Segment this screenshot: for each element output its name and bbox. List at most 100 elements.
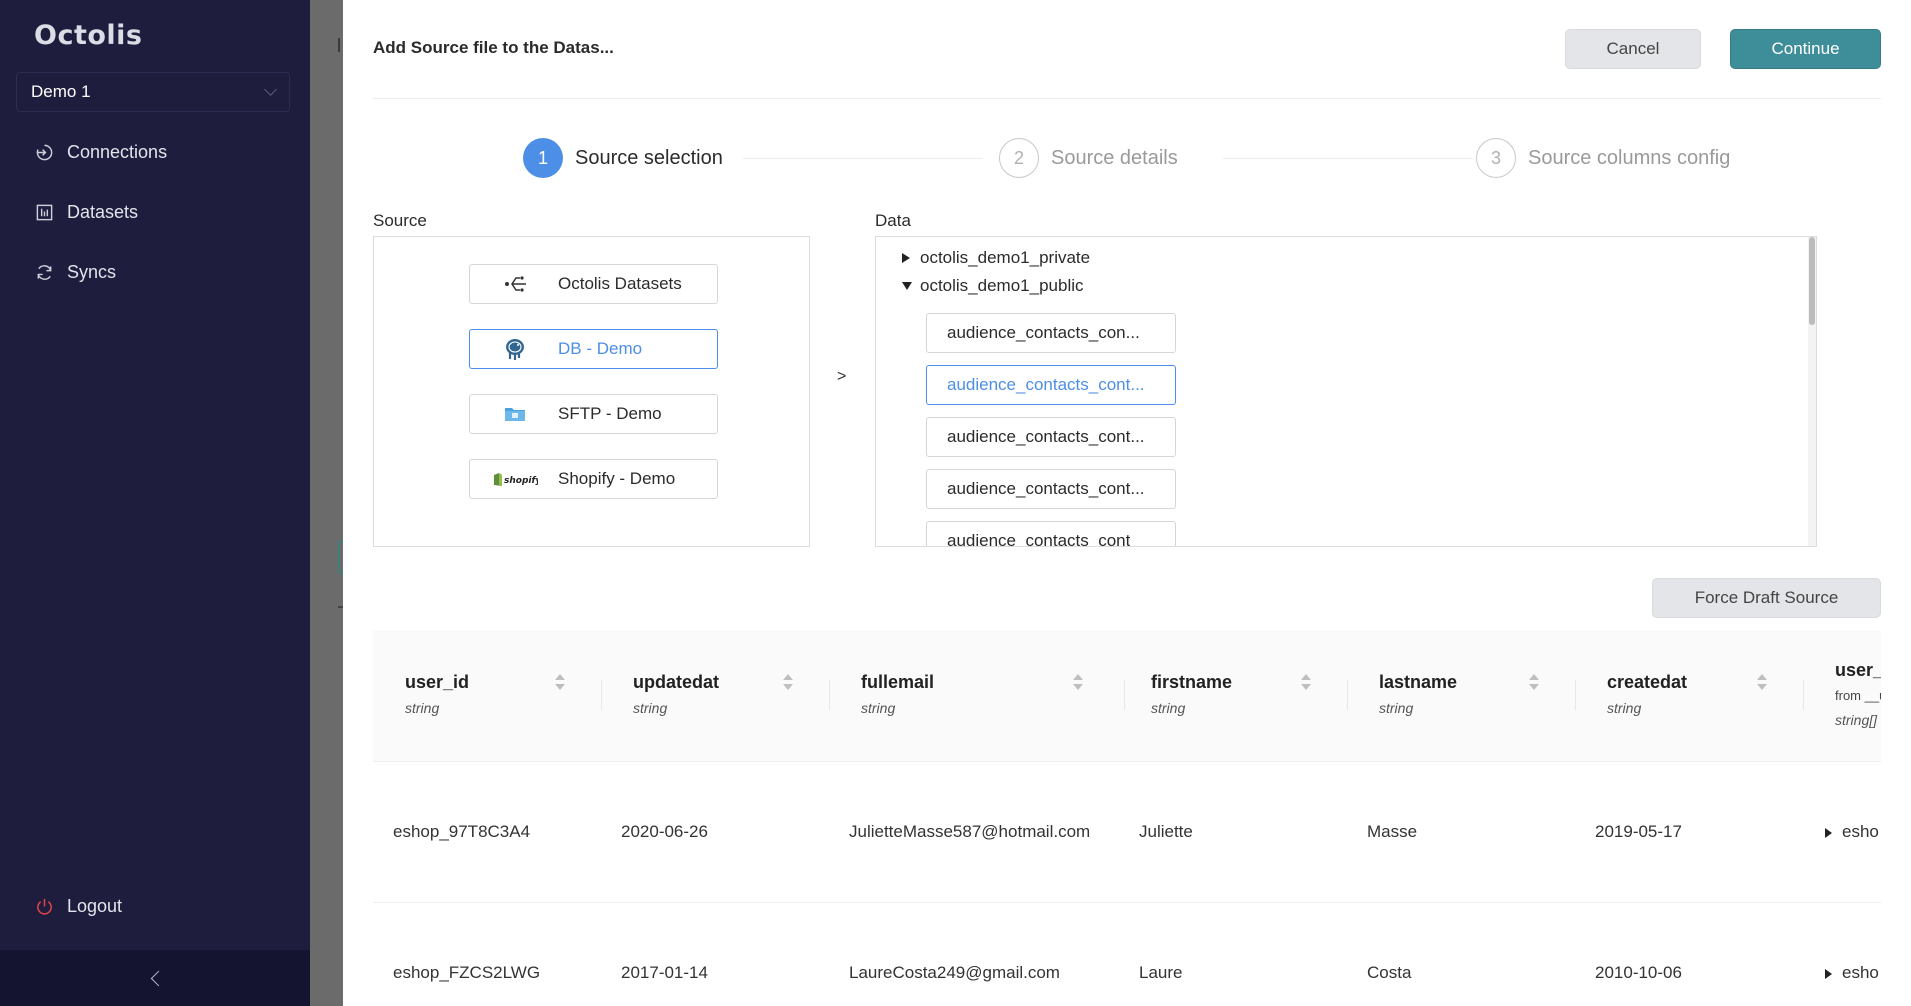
data-table-item[interactable]: audience_contacts_cont <box>926 521 1176 546</box>
nav-item-label: Datasets <box>67 202 139 222</box>
table-cell: Masse <box>1367 822 1418 841</box>
data-table-item[interactable]: audience_contacts_cont... <box>926 417 1176 457</box>
source-sftp-demo[interactable]: SFTP - Demo <box>469 394 718 434</box>
column-header-user-id-array[interactable]: user_id from __u string[] <box>1835 630 1881 762</box>
caret-down-icon <box>902 282 912 290</box>
sort-icon[interactable] <box>555 674 565 692</box>
octolis-datasets-icon <box>488 275 542 293</box>
table-row[interactable]: eshop_FZCS2LWG 2017-01-14 LaureCosta249@… <box>373 903 1881 1006</box>
syncs-icon <box>34 263 54 283</box>
step-label: Source columns config <box>1528 146 1731 169</box>
chevron-down-icon <box>264 83 277 96</box>
source-label: Source <box>373 211 427 230</box>
step-number: 2 <box>999 138 1039 178</box>
table-cell: 2017-01-14 <box>621 963 708 982</box>
table-cell-expandable[interactable]: esho <box>1825 822 1879 842</box>
step-source-columns-config[interactable]: 3 Source columns config <box>1476 138 1730 178</box>
sort-icon[interactable] <box>1757 674 1767 692</box>
sidebar: Octolis Demo 1 Connections Datasets Sync… <box>0 0 310 1006</box>
source-label-text: Octolis Datasets <box>558 274 682 293</box>
column-divider <box>829 680 830 710</box>
column-header-fullemail[interactable]: fullemail string <box>861 630 1125 762</box>
sidebar-collapse-button[interactable] <box>0 950 310 1006</box>
source-db-demo[interactable]: DB - Demo <box>469 329 718 369</box>
nav-item-datasets[interactable]: Datasets <box>34 202 138 223</box>
step-source-details[interactable]: 2 Source details <box>999 138 1178 178</box>
svg-text:shopify: shopify <box>504 476 538 486</box>
selection-arrow: > <box>837 368 847 385</box>
table-cell: 2020-06-26 <box>621 822 708 841</box>
continue-button[interactable]: Continue <box>1730 29 1881 69</box>
source-shopify-demo[interactable]: shopify Shopify - Demo <box>469 459 718 499</box>
sort-icon[interactable] <box>783 674 793 692</box>
logout-button[interactable]: Logout <box>34 896 122 917</box>
step-connector <box>1223 158 1473 159</box>
source-list: Octolis Datasets DB - Demo SFTP - Demo s… <box>373 236 810 547</box>
nav-item-label: Connections <box>67 142 168 162</box>
header-divider <box>373 98 1881 99</box>
caret-right-icon <box>902 253 910 263</box>
column-divider <box>1124 680 1125 710</box>
table-cell: Costa <box>1367 963 1412 982</box>
table-cell: 2019-05-17 <box>1595 822 1682 841</box>
column-header-firstname[interactable]: firstname string <box>1151 630 1348 762</box>
source-octolis-datasets[interactable]: Octolis Datasets <box>469 264 718 304</box>
tree-node-public[interactable]: octolis_demo1_public <box>902 276 1084 296</box>
column-divider <box>1803 680 1804 710</box>
step-label: Source selection <box>575 146 723 169</box>
logout-label: Logout <box>67 896 123 916</box>
drawer-title: Add Source file to the Datas... <box>373 38 614 57</box>
tree-node-label: octolis_demo1_private <box>920 248 1091 267</box>
column-divider <box>1347 680 1348 710</box>
tree-node-private[interactable]: octolis_demo1_private <box>902 248 1090 268</box>
sort-icon[interactable] <box>1301 674 1311 692</box>
table-cell: Laure <box>1139 963 1183 982</box>
data-tree: octolis_demo1_private octolis_demo1_publ… <box>875 236 1817 547</box>
datasets-icon <box>34 203 54 223</box>
nav-item-label: Syncs <box>67 262 117 282</box>
step-number: 1 <box>523 138 563 178</box>
step-source-selection[interactable]: 1 Source selection <box>523 138 723 178</box>
modal-backdrop[interactable] <box>310 0 343 1006</box>
column-divider <box>1575 680 1576 710</box>
cancel-button[interactable]: Cancel <box>1565 29 1701 69</box>
column-divider <box>601 680 602 710</box>
nav-item-connections[interactable]: Connections <box>34 142 167 163</box>
step-number: 3 <box>1476 138 1516 178</box>
data-table-item[interactable]: audience_contacts_con... <box>926 313 1176 353</box>
data-scrollbar[interactable] <box>1808 237 1816 546</box>
table-header: user_id string updatedat string fullemai… <box>373 630 1881 762</box>
step-connector <box>743 158 983 159</box>
scrollbar-thumb[interactable] <box>1809 237 1815 325</box>
preview-table: user_id string updatedat string fullemai… <box>373 630 1881 1006</box>
data-table-item[interactable]: audience_contacts_cont... <box>926 469 1176 509</box>
sort-icon[interactable] <box>1073 674 1083 692</box>
postgres-elephant-icon <box>488 336 542 362</box>
table-cell: eshop_97T8C3A4 <box>393 822 531 841</box>
source-label-text: SFTP - Demo <box>558 404 662 423</box>
nav-item-syncs[interactable]: Syncs <box>34 262 116 283</box>
column-header-lastname[interactable]: lastname string <box>1379 630 1576 762</box>
sort-icon[interactable] <box>1529 674 1539 692</box>
column-header-user-id[interactable]: user_id string <box>405 630 602 762</box>
force-draft-source-button[interactable]: Force Draft Source <box>1652 578 1881 618</box>
folder-icon <box>488 405 542 423</box>
power-icon <box>34 897 54 917</box>
column-header-updatedat[interactable]: updatedat string <box>633 630 830 762</box>
table-cell: JulietteMasse587@hotmail.com <box>849 822 1091 841</box>
data-table-item-selected[interactable]: audience_contacts_cont... <box>926 365 1176 405</box>
source-label-text: DB - Demo <box>558 339 643 358</box>
table-cell: 2010-10-06 <box>1595 963 1682 982</box>
app-logo[interactable]: Octolis <box>34 20 143 51</box>
add-source-drawer: Add Source file to the Datas... Cancel C… <box>343 0 1911 1006</box>
chevron-left-icon <box>150 970 166 986</box>
caret-right-icon <box>1825 968 1832 979</box>
workspace-select[interactable]: Demo 1 <box>16 72 290 112</box>
connections-icon <box>34 143 54 163</box>
workspace-select-value: Demo 1 <box>31 82 91 101</box>
table-cell-expandable[interactable]: esho <box>1825 963 1879 983</box>
source-label-text: Shopify - Demo <box>558 469 676 488</box>
table-row[interactable]: eshop_97T8C3A4 2020-06-26 JulietteMasse5… <box>373 762 1881 903</box>
shopify-logo-icon: shopify <box>488 470 542 488</box>
column-header-createdat[interactable]: createdat string <box>1607 630 1804 762</box>
